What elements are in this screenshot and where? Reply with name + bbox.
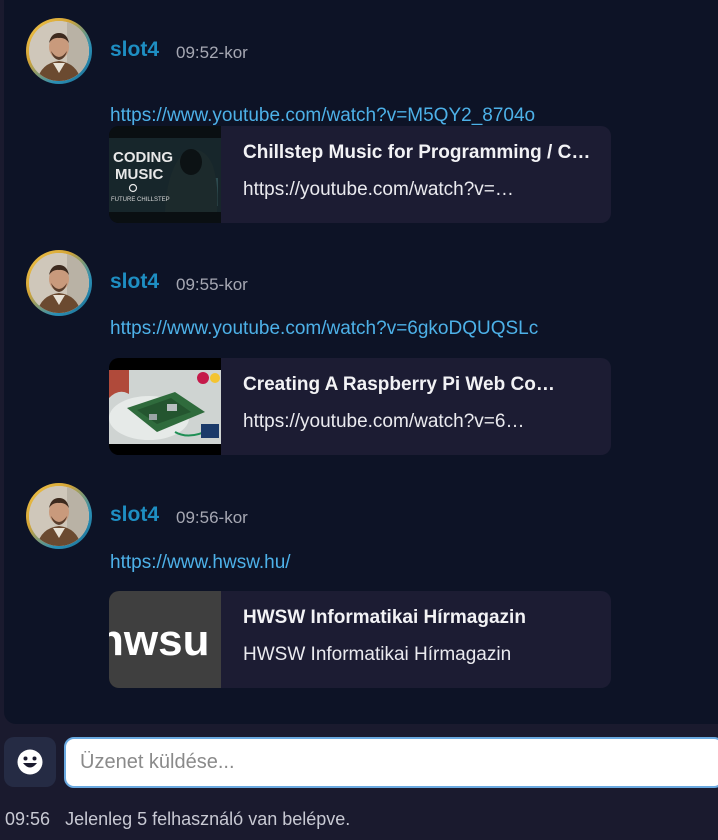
user-photo-icon xyxy=(29,486,89,546)
message-link[interactable]: https://www.youtube.com/watch?v=M5QY2_87… xyxy=(110,105,535,127)
message-input[interactable] xyxy=(64,737,718,788)
message-username[interactable]: slot4 xyxy=(110,270,159,294)
link-preview-description: HWSW Informatikai Hírmagazin xyxy=(243,644,512,665)
video-thumbnail xyxy=(109,358,221,455)
online-users-status: Jelenleg 5 felhasználó van belépve. xyxy=(65,809,351,829)
message-timestamp: 09:55-kor xyxy=(176,275,248,294)
user-photo-icon xyxy=(29,253,89,313)
link-preview-card[interactable]: Creating A Raspberry Pi Web Controlled R… xyxy=(109,358,611,455)
message-username[interactable]: slot4 xyxy=(110,38,159,62)
chat-messages-panel: slot4 09:52-kor https://www.youtube.com/… xyxy=(4,0,718,724)
raspberry-logo-icon xyxy=(197,372,209,384)
status-bar: 09:56 Jelenleg 5 felhasználó van belépve… xyxy=(5,809,350,830)
user-photo-icon xyxy=(29,21,89,81)
link-preview-description: https://youtube.com/watch?v=6gkoDQUQSLc xyxy=(243,411,525,432)
avatar[interactable] xyxy=(26,250,92,316)
thumbnail-subtitle: FUTURE CHILLSTEP xyxy=(111,197,170,203)
thumbnail-title-line: MUSIC xyxy=(115,166,164,183)
message-link[interactable]: https://www.hwsw.hu/ xyxy=(110,552,291,574)
link-preview-title[interactable]: HWSW Informatikai Hírmagazin xyxy=(243,607,593,629)
smiley-face-icon xyxy=(17,749,43,775)
emoji-picker-button[interactable] xyxy=(4,737,56,787)
current-time: 09:56 xyxy=(5,809,51,829)
link-preview-card[interactable]: CODING MUSIC FUTURE CHILLSTEP Chillstep … xyxy=(109,126,611,223)
site-logo-thumbnail: hwsu xyxy=(109,591,221,688)
message-username[interactable]: slot4 xyxy=(110,503,159,527)
link-preview-card[interactable]: hwsu HWSW Informatikai Hírmagazin HWSW I… xyxy=(109,591,611,688)
avatar[interactable] xyxy=(26,483,92,549)
thumbnail-title-line: CODING xyxy=(113,149,173,166)
hwsw-logo-text: hwsu xyxy=(109,616,209,665)
message-link[interactable]: https://www.youtube.com/watch?v=6gkoDQUQ… xyxy=(110,318,538,340)
link-preview-title[interactable]: Creating A Raspberry Pi Web Controlled R… xyxy=(243,374,561,396)
message-timestamp: 09:56-kor xyxy=(176,508,248,527)
avatar[interactable] xyxy=(26,18,92,84)
link-preview-title[interactable]: Chillstep Music for Programming / Cyber … xyxy=(243,142,593,164)
video-thumbnail: CODING MUSIC FUTURE CHILLSTEP xyxy=(109,126,221,223)
message-timestamp: 09:52-kor xyxy=(176,43,248,62)
link-preview-description: https://youtube.com/watch?v=M5QY2_8704o xyxy=(243,179,525,200)
